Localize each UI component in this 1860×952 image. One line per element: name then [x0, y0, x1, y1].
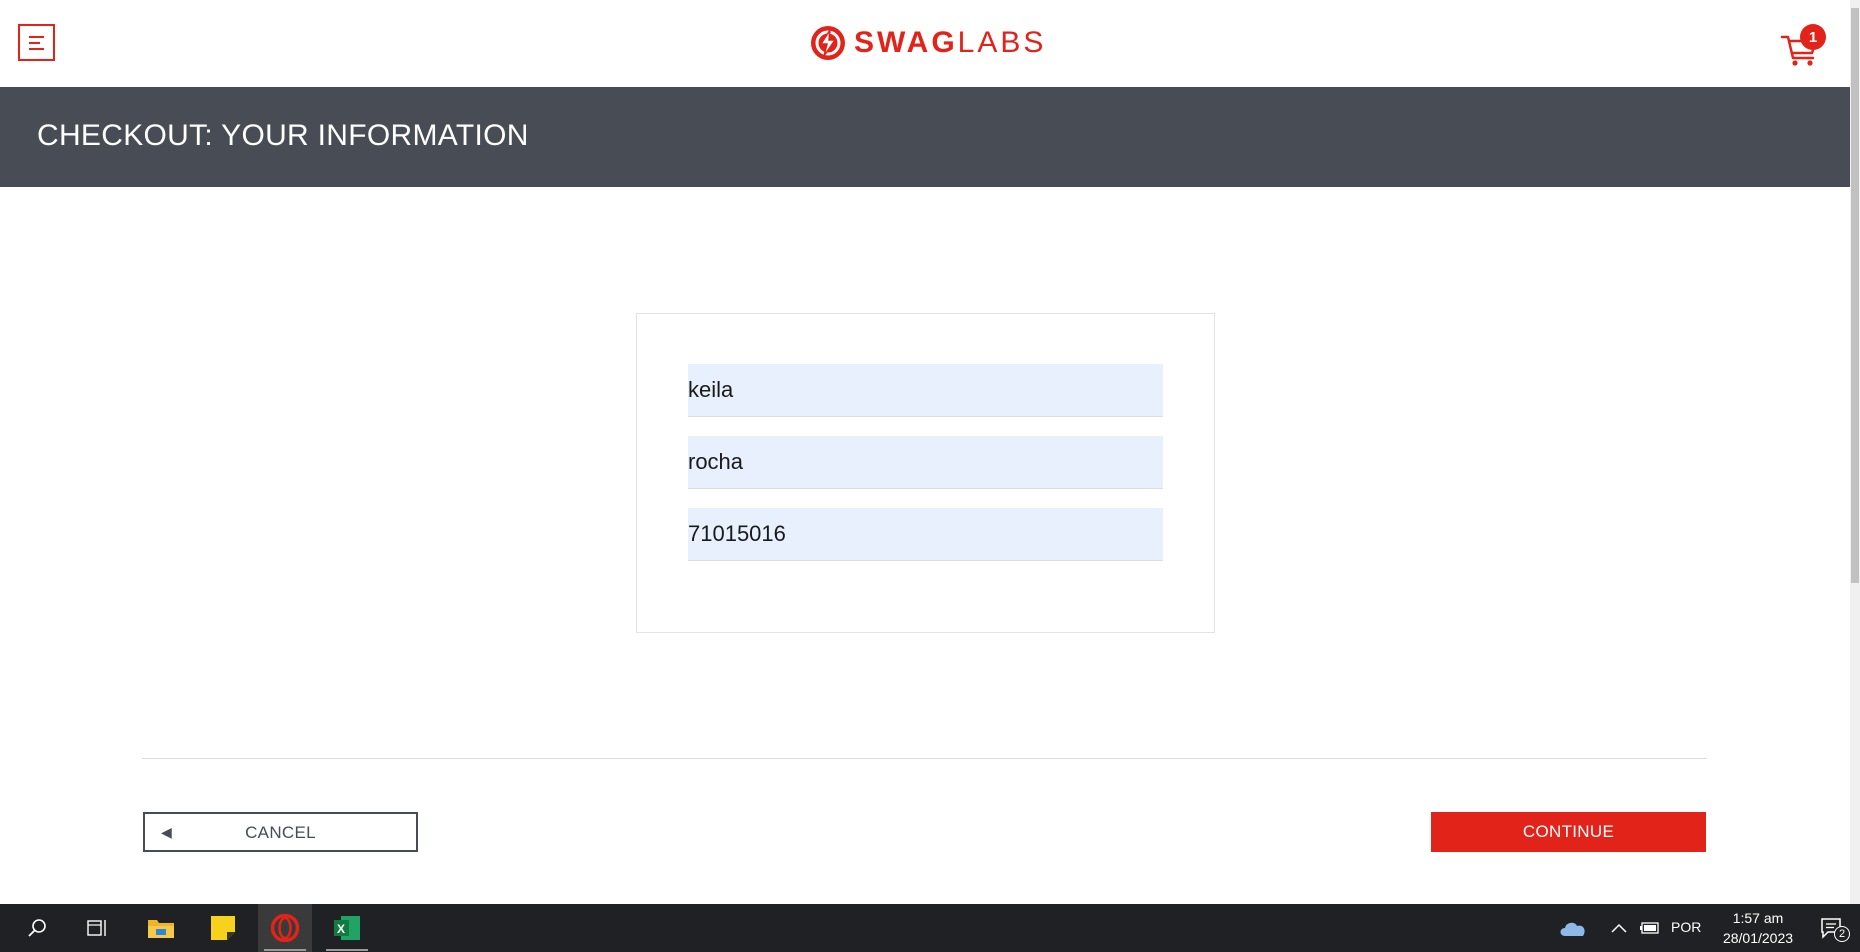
- cart-badge: 1: [1800, 24, 1826, 50]
- svg-text:X: X: [337, 922, 345, 936]
- open-app-indicator: [326, 949, 368, 951]
- sticky-notes-icon[interactable]: [196, 904, 250, 952]
- footer-divider: [142, 758, 1707, 759]
- swag-labs-logo: SWAGLABS: [810, 24, 1046, 62]
- logo-text: SWAGLABS: [854, 26, 1047, 59]
- cancel-button[interactable]: ◀ CANCEL: [143, 812, 418, 852]
- page-title: CHECKOUT: YOUR INFORMATION: [37, 119, 529, 152]
- clock[interactable]: 1:57 am 28/01/2023: [1713, 908, 1803, 948]
- language-indicator[interactable]: POR: [1671, 919, 1701, 935]
- onedrive-cloud-icon[interactable]: [1548, 904, 1598, 952]
- postal-code-input[interactable]: [688, 508, 1163, 561]
- chevron-up-icon[interactable]: [1604, 904, 1634, 952]
- task-view-icon[interactable]: [71, 904, 125, 952]
- clock-time: 1:57 am: [1732, 910, 1784, 926]
- first-name-input[interactable]: [688, 364, 1163, 417]
- battery-icon[interactable]: [1634, 904, 1666, 952]
- search-icon[interactable]: [10, 904, 64, 952]
- subheader: CHECKOUT: YOUR INFORMATION: [0, 87, 1850, 187]
- scrollbar-thumb[interactable]: [1851, 8, 1859, 583]
- last-name-input[interactable]: [688, 436, 1163, 489]
- checkout-info-form: [636, 313, 1215, 633]
- windows-taskbar: X POR 1:57 am 28/01/2023 2: [0, 904, 1860, 952]
- notification-count-badge: 2: [1834, 926, 1850, 942]
- page: SWAGLABS 1 CHECKOUT: YOUR INFORMATION ◀ …: [0, 0, 1860, 952]
- top-bar: SWAGLABS 1: [0, 0, 1850, 87]
- continue-button[interactable]: CONTINUE: [1431, 812, 1706, 852]
- menu-icon[interactable]: [18, 24, 55, 61]
- logo-bolt-icon: [811, 26, 845, 60]
- clock-date: 28/01/2023: [1722, 930, 1794, 946]
- notifications-icon[interactable]: 2: [1812, 904, 1852, 952]
- excel-icon[interactable]: X: [320, 904, 374, 952]
- cancel-button-label: CANCEL: [245, 823, 316, 842]
- file-explorer-icon[interactable]: [134, 904, 188, 952]
- active-app-indicator: [264, 949, 306, 951]
- opera-icon[interactable]: [258, 904, 312, 952]
